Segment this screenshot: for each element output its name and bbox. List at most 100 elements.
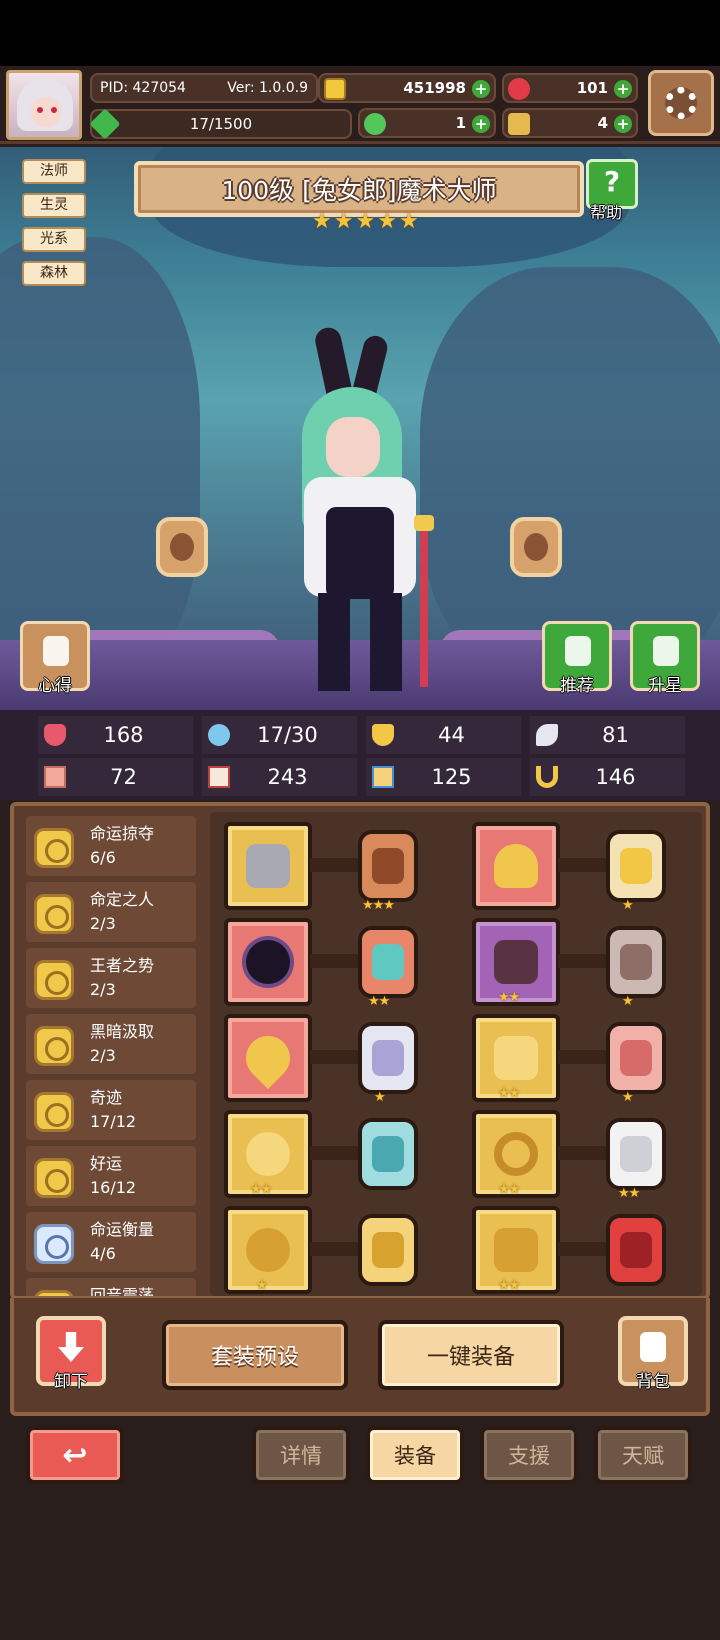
set-bonus-item[interactable]: 命定之人 2/3: [26, 882, 196, 942]
tab-equipment[interactable]: 装备: [366, 1426, 464, 1484]
item-stars: ★: [256, 1278, 268, 1293]
previous-hero-button[interactable]: [156, 517, 208, 577]
game-version: Ver: 1.0.0.9: [227, 80, 308, 96]
hat-rune-slot[interactable]: [606, 830, 666, 902]
rune-stars: ★★★: [362, 898, 395, 913]
backpack-icon: [640, 1332, 666, 1362]
notebook-icon: [43, 636, 69, 666]
tab-details[interactable]: 详情: [252, 1426, 350, 1484]
star-up-button[interactable]: 升星: [630, 621, 700, 696]
clover-icon: [364, 113, 386, 135]
set-bonus-item[interactable]: 命运衡量 4/6: [26, 1212, 196, 1272]
hero-star-rating: ★ ★ ★ ★ ★: [312, 209, 419, 234]
set-bonus-item[interactable]: 奇迹 17/12: [26, 1080, 196, 1140]
crown-coin-icon: [34, 960, 74, 1000]
stat-mana: 17/30: [202, 716, 357, 754]
set-name: 王者之势: [90, 956, 155, 975]
auto-equip-button[interactable]: 一键装备: [378, 1320, 564, 1390]
rune-stars: ★: [622, 994, 634, 1009]
settings-button[interactable]: [648, 70, 714, 136]
ruby-icon: [508, 78, 530, 100]
star-badge-icon: [653, 636, 679, 666]
question-icon: ?: [603, 165, 621, 198]
add-ruby-button[interactable]: +: [614, 80, 632, 98]
ruby-counter: 101 +: [502, 73, 638, 103]
orb-rune-slot[interactable]: [358, 926, 418, 998]
set-bonus-item[interactable]: 王者之势 2/3: [26, 948, 196, 1008]
xp-gem-icon: [89, 108, 121, 140]
clover-value: 1: [455, 114, 466, 132]
add-ticket-button[interactable]: +: [614, 115, 632, 133]
tag-class: 法师: [22, 159, 86, 184]
tips-button[interactable]: 心得: [20, 621, 90, 696]
set-bonus-item[interactable]: 命运掠夺 6/6: [26, 816, 196, 876]
gold-coin-icon: [34, 1290, 74, 1296]
recommend-button[interactable]: 推荐: [542, 621, 612, 696]
stat-resistance: 125: [366, 758, 521, 796]
pendant-rune-slot[interactable]: [358, 1214, 418, 1286]
item-stars: ★★: [498, 1086, 520, 1101]
set-name: 好运: [90, 1154, 123, 1173]
set-preset-button[interactable]: 套装预设: [162, 1320, 348, 1390]
set-bonus-list[interactable]: 命运掠夺 6/6 命定之人 2/3 王者之势 2/3 黑暗汲取 2/3 奇迹 1…: [22, 812, 200, 1296]
player-avatar[interactable]: [6, 70, 82, 140]
star-icon: ★: [377, 209, 397, 234]
xp-text: 17/1500: [189, 115, 253, 133]
equipment-slots-grid: ★★★ ★ ★★ ★★ ★ ★ ★★ ★ ★★ ★★ ★★ ★ ★★: [210, 812, 702, 1296]
weapon-rune-slot[interactable]: [358, 830, 418, 902]
set-count: 6/6: [90, 848, 116, 867]
pendant-slot[interactable]: [224, 1206, 312, 1294]
gear-icon: [665, 87, 697, 119]
set-bonus-item[interactable]: 黑暗汲取 2/3: [26, 1014, 196, 1074]
tab-support[interactable]: 支援: [480, 1426, 578, 1484]
set-name: 回音震荡: [90, 1286, 155, 1296]
next-hero-button[interactable]: [510, 517, 562, 577]
bone-rune-slot[interactable]: [606, 1022, 666, 1094]
pendant-icon: [246, 1228, 290, 1272]
ring-rune-slot[interactable]: [606, 1118, 666, 1190]
weapon-slot[interactable]: [224, 822, 312, 910]
rune-stars: ★: [374, 1090, 386, 1105]
add-gold-button[interactable]: +: [472, 80, 490, 98]
gold-counter: 451998 +: [318, 73, 496, 103]
tab-talent[interactable]: 天赋: [594, 1426, 692, 1484]
set-bonus-item[interactable]: 好运 16/12: [26, 1146, 196, 1206]
rune-stars: ★: [622, 1090, 634, 1105]
add-clover-button[interactable]: +: [472, 115, 490, 133]
gold-coin-icon: [34, 828, 74, 868]
amulet-rune-slot[interactable]: [358, 1118, 418, 1190]
orb-slot[interactable]: [224, 918, 312, 1006]
bag-button[interactable]: 背包: [618, 1316, 688, 1392]
hero-title: 100级 [兔女郎]魔术大师: [221, 176, 497, 205]
ring-icon: [494, 1132, 538, 1176]
unequip-button[interactable]: 卸下: [36, 1316, 106, 1392]
hat-slot[interactable]: [472, 822, 560, 910]
top-hud: PID: 427054 Ver: 1.0.0.9 17/1500 451998 …: [0, 66, 720, 144]
gold-value: 451998: [403, 79, 466, 97]
set-name: 命运衡量: [90, 1220, 155, 1239]
tag-race: 生灵: [22, 193, 86, 218]
hero-character-sprite: [282, 325, 452, 697]
item-stars: ★★: [498, 990, 520, 1005]
boots-rune-slot[interactable]: [606, 1214, 666, 1286]
boots-icon: [494, 1228, 538, 1272]
stat-magic: 243: [202, 758, 357, 796]
set-count: 17/12: [90, 1112, 137, 1131]
back-button[interactable]: ↩: [26, 1426, 124, 1484]
fist-icon: [44, 766, 66, 788]
bone-icon: [494, 1036, 538, 1080]
set-bonus-item[interactable]: 回音震荡: [26, 1278, 196, 1296]
necklace-rune-slot[interactable]: [358, 1022, 418, 1094]
rune-stars: ★★: [618, 1186, 640, 1201]
rune-stars: ★: [622, 898, 634, 913]
shield-icon: [372, 724, 394, 746]
set-count: 2/3: [90, 1046, 116, 1065]
ticket-counter: 4 +: [502, 108, 638, 138]
cape-rune-slot[interactable]: [606, 926, 666, 998]
hero-scene: 法师 生灵 光系 森林 100级 [兔女郎]魔术大师 ★ ★ ★ ★ ★ ? 帮助 心得…: [0, 147, 720, 710]
set-name: 奇迹: [90, 1088, 123, 1107]
auto-equip-label: 一键装备: [426, 1345, 515, 1370]
scroll-icon: [372, 766, 394, 788]
necklace-slot[interactable]: [224, 1014, 312, 1102]
shield-coin-icon: [34, 1158, 74, 1198]
